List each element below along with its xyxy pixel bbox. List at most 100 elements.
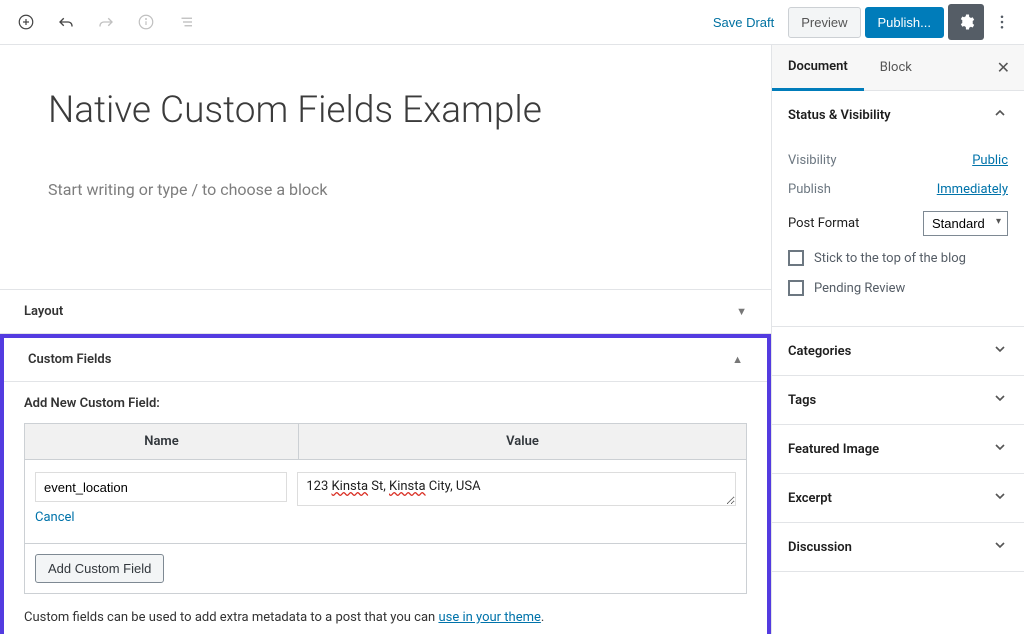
row-stick[interactable]: Stick to the top of the blog	[788, 250, 1008, 266]
row-visibility: Visibility Public	[788, 153, 1008, 168]
dots-vertical-icon	[993, 13, 1011, 31]
cf-add-button[interactable]: Add Custom Field	[35, 554, 164, 583]
metabox-layout: Layout ▼	[0, 290, 771, 334]
save-draft-button[interactable]: Save Draft	[703, 7, 784, 38]
panel-categories-title: Categories	[788, 344, 851, 359]
row-publish: Publish Immediately	[788, 182, 1008, 197]
cf-table: Name Value Cancel 123 Kinsta	[24, 423, 747, 594]
cf-value-col: 123 Kinsta St, Kinsta City, USA	[297, 472, 736, 510]
tab-document[interactable]: Document	[772, 45, 864, 91]
panel-featured-head[interactable]: Featured Image	[772, 425, 1024, 473]
panel-excerpt-title: Excerpt	[788, 491, 832, 506]
checkbox-icon	[788, 280, 804, 296]
row-post-format: Post Format Standard	[788, 211, 1008, 236]
cf-name-col: Cancel	[35, 472, 287, 525]
cf-thead: Name Value	[25, 424, 746, 460]
undo-button[interactable]	[48, 4, 84, 40]
panel-categories-head[interactable]: Categories	[772, 327, 1024, 375]
metabox-layout-header[interactable]: Layout ▼	[0, 290, 771, 333]
cf-help-link[interactable]: use in your theme	[438, 610, 540, 625]
publish-value-link[interactable]: Immediately	[937, 182, 1008, 197]
metaboxes: Layout ▼ Custom Fields ▲ Add New Custom …	[0, 289, 771, 634]
chevron-down-icon	[992, 488, 1008, 508]
editor-column: Native Custom Fields Example Start writi…	[0, 45, 771, 634]
cf-col-name: Name	[25, 424, 299, 459]
cf-name-input[interactable]	[35, 472, 287, 502]
add-block-button[interactable]	[8, 4, 44, 40]
metabox-cf-header[interactable]: Custom Fields ▲	[4, 338, 767, 382]
chevron-down-icon	[992, 537, 1008, 557]
post-format-select-wrap: Standard	[923, 211, 1008, 236]
triangle-down-icon: ▼	[736, 305, 747, 318]
sidebar-close-button[interactable]: ✕	[983, 58, 1024, 77]
panel-excerpt: Excerpt	[772, 474, 1024, 523]
chevron-down-icon	[992, 390, 1008, 410]
settings-sidebar: Document Block ✕ Status & Visibility Vis…	[771, 45, 1024, 634]
cf-value-textarea[interactable]	[297, 472, 736, 506]
chevron-down-icon	[992, 341, 1008, 361]
chevron-down-icon	[992, 439, 1008, 459]
list-icon	[177, 13, 195, 31]
preview-button[interactable]: Preview	[788, 7, 860, 38]
cf-value-wrap: 123 Kinsta St, Kinsta City, USA	[297, 472, 736, 510]
triangle-up-icon: ▲	[732, 353, 743, 366]
outline-button	[168, 4, 204, 40]
metabox-cf-title: Custom Fields	[28, 352, 111, 367]
panel-status: Status & Visibility Visibility Public Pu…	[772, 91, 1024, 327]
cf-body: Add New Custom Field: Name Value Cancel	[4, 382, 767, 634]
editor-body: Native Custom Fields Example Start writi…	[0, 45, 771, 219]
panel-discussion-title: Discussion	[788, 540, 852, 555]
cf-col-value: Value	[299, 424, 746, 459]
cf-help: Custom fields can be used to add extra m…	[24, 610, 747, 625]
info-icon	[137, 13, 155, 31]
visibility-value-link[interactable]: Public	[972, 153, 1008, 168]
panel-discussion: Discussion	[772, 523, 1024, 572]
row-pending[interactable]: Pending Review	[788, 280, 1008, 296]
top-toolbar: Save Draft Preview Publish...	[0, 0, 1024, 45]
chevron-up-icon	[992, 105, 1008, 125]
visibility-label: Visibility	[788, 153, 837, 168]
block-placeholder[interactable]: Start writing or type / to choose a bloc…	[48, 180, 723, 199]
metabox-layout-title: Layout	[24, 304, 63, 319]
toolbar-right: Save Draft Preview Publish...	[703, 4, 1016, 40]
sidebar-tabs: Document Block ✕	[772, 45, 1024, 91]
post-format-label: Post Format	[788, 216, 859, 231]
cf-cancel-link[interactable]: Cancel	[35, 510, 75, 525]
panel-discussion-head[interactable]: Discussion	[772, 523, 1024, 571]
panel-status-title: Status & Visibility	[788, 108, 891, 123]
panel-categories: Categories	[772, 327, 1024, 376]
panel-tags: Tags	[772, 376, 1024, 425]
redo-icon	[97, 13, 115, 31]
main-layout: Native Custom Fields Example Start writi…	[0, 45, 1024, 634]
redo-button	[88, 4, 124, 40]
panel-tags-head[interactable]: Tags	[772, 376, 1024, 424]
close-icon: ✕	[997, 58, 1010, 77]
panel-status-body: Visibility Public Publish Immediately Po…	[772, 153, 1024, 326]
checkbox-icon	[788, 250, 804, 266]
toolbar-left	[8, 4, 204, 40]
metabox-custom-fields: Custom Fields ▲ Add New Custom Field: Na…	[0, 334, 771, 634]
panel-excerpt-head[interactable]: Excerpt	[772, 474, 1024, 522]
publish-label: Publish	[788, 182, 831, 197]
panel-featured-title: Featured Image	[788, 442, 879, 457]
post-format-select[interactable]: Standard	[923, 211, 1008, 236]
undo-icon	[57, 13, 75, 31]
gear-icon	[957, 13, 975, 31]
info-button	[128, 4, 164, 40]
pending-label: Pending Review	[814, 281, 905, 296]
stick-label: Stick to the top of the blog	[814, 251, 966, 266]
cf-help-text: Custom fields can be used to add extra m…	[24, 610, 438, 625]
panel-tags-title: Tags	[788, 393, 816, 408]
cf-add-new-label: Add New Custom Field:	[24, 396, 747, 411]
plus-circle-icon	[17, 13, 35, 31]
post-title[interactable]: Native Custom Fields Example	[48, 89, 723, 132]
tab-block[interactable]: Block	[864, 46, 928, 89]
settings-button[interactable]	[948, 4, 984, 40]
cf-add-wrap: Add Custom Field	[25, 543, 746, 593]
panel-status-head[interactable]: Status & Visibility	[772, 91, 1024, 139]
more-options-button[interactable]	[988, 4, 1016, 40]
panel-featured: Featured Image	[772, 425, 1024, 474]
publish-button[interactable]: Publish...	[865, 7, 944, 38]
cf-help-period: .	[541, 610, 544, 625]
cf-tbody: Cancel 123 Kinsta St, Kinsta City, USA	[25, 460, 746, 543]
